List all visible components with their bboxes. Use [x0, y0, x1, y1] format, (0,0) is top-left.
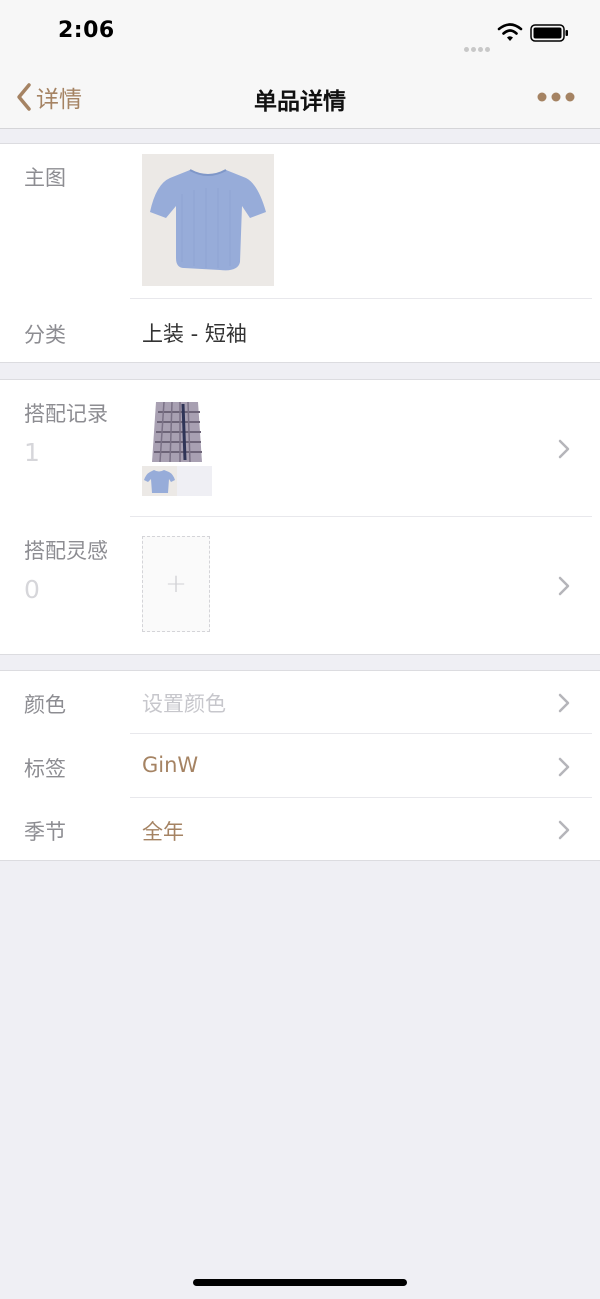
chevron-right-icon: [558, 439, 570, 459]
outfit-inspiration-label: 搭配灵感: [24, 539, 108, 563]
battery-icon: [530, 24, 568, 42]
main-info-section: 主图 分类 上装 - 短袖: [0, 143, 600, 363]
tag-value: GinW: [142, 753, 199, 777]
plus-icon: +: [165, 569, 187, 599]
status-bar: 2:06: [0, 0, 600, 66]
outfit-top-thumbnail: [142, 466, 177, 496]
season-label: 季节: [24, 820, 66, 844]
outfit-inspiration-count: 0: [24, 575, 40, 604]
category-value: 上装 - 短袖: [142, 322, 247, 346]
outfit-records-row[interactable]: 搭配记录 1: [0, 380, 600, 517]
outfit-records-label: 搭配记录: [24, 402, 108, 426]
color-label: 颜色: [24, 693, 66, 717]
outfit-skirt-thumbnail: [142, 400, 212, 464]
category-label: 分类: [24, 323, 66, 347]
chevron-right-icon: [558, 820, 570, 840]
category-row[interactable]: 分类 上装 - 短袖: [0, 299, 600, 362]
cellular-signal-icon: [464, 37, 492, 56]
color-row[interactable]: 颜色 设置颜色: [0, 671, 600, 734]
status-time: 2:06: [58, 18, 115, 43]
chevron-right-icon: [558, 576, 570, 596]
color-value: 设置颜色: [142, 692, 226, 716]
chevron-right-icon: [558, 693, 570, 713]
main-image-label: 主图: [24, 166, 66, 190]
tag-label: 标签: [24, 757, 66, 781]
wifi-icon: [497, 23, 523, 41]
season-value: 全年: [142, 820, 184, 844]
outfit-records-count: 1: [24, 438, 40, 467]
tag-row[interactable]: 标签 GinW: [0, 734, 600, 798]
add-inspiration-button[interactable]: +: [142, 536, 210, 632]
properties-section: 颜色 设置颜色 标签 GinW 季节 全年: [0, 670, 600, 861]
more-dots-icon[interactable]: [536, 90, 576, 104]
main-image-thumbnail[interactable]: [142, 154, 274, 286]
outfit-section: 搭配记录 1 搭配灵感 0 +: [0, 379, 600, 655]
outfit-empty-slot: [177, 466, 212, 496]
season-row[interactable]: 季节 全年: [0, 798, 600, 860]
navigation-bar: 详情 单品详情: [0, 66, 600, 129]
main-image-row: 主图: [0, 144, 600, 299]
page-title: 单品详情: [254, 89, 346, 115]
home-indicator[interactable]: [193, 1279, 407, 1286]
chevron-right-icon: [558, 757, 570, 777]
outfit-inspiration-row[interactable]: 搭配灵感 0: [0, 517, 600, 653]
